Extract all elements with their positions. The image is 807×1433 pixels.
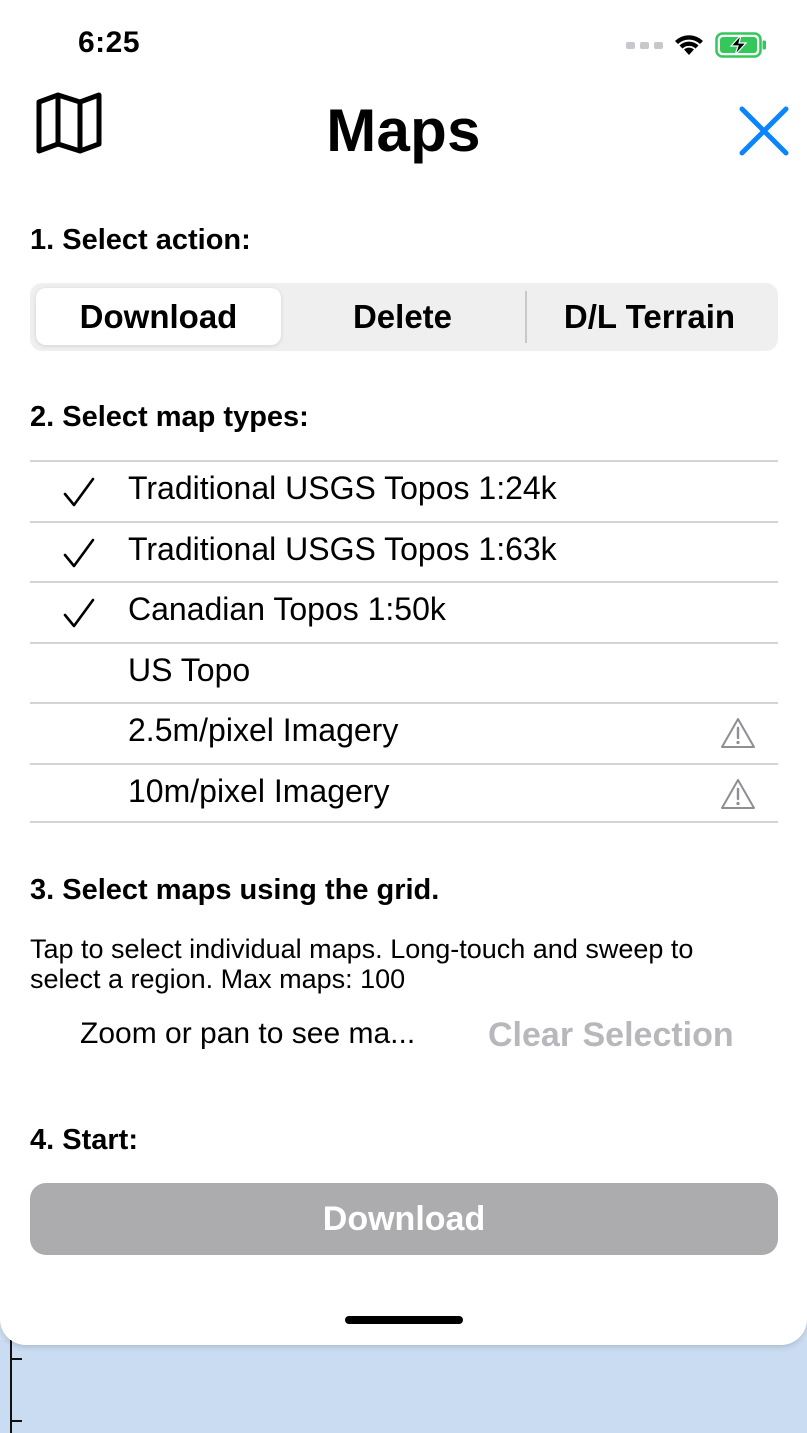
maps-sheet: 6:25 Maps 1. Select action: Download Del… (0, 0, 807, 1345)
map-grid-tick (10, 1420, 22, 1422)
list-item-label: Traditional USGS Topos 1:63k (128, 530, 557, 567)
list-item[interactable]: Canadian Topos 1:50k (30, 581, 778, 642)
list-item-label: 10m/pixel Imagery (128, 772, 390, 809)
home-indicator (345, 1316, 463, 1324)
warning-icon[interactable] (720, 716, 756, 750)
segment-dl-terrain[interactable]: D/L Terrain (527, 288, 772, 345)
zoom-status-text: Zoom or pan to see ma... (80, 1017, 416, 1050)
list-item[interactable]: 2.5m/pixel Imagery (30, 702, 778, 763)
step1-label: 1. Select action: (30, 224, 251, 256)
download-button[interactable]: Download (30, 1183, 778, 1255)
checkmark-icon (63, 538, 95, 567)
status-icons (626, 28, 767, 62)
segment-download[interactable]: Download (36, 288, 281, 345)
battery-charging-icon (715, 32, 766, 58)
segment-delete[interactable]: Delete (280, 288, 525, 345)
step3-label: 3. Select maps using the grid. (30, 874, 440, 906)
close-icon[interactable] (738, 106, 790, 156)
list-item-label: Traditional USGS Topos 1:24k (128, 470, 557, 506)
wifi-icon (675, 35, 703, 55)
status-time: 6:25 (78, 26, 141, 59)
list-item-label: US Topo (128, 651, 251, 688)
signal-dots (626, 41, 663, 49)
checkmark-icon (63, 598, 95, 628)
list-item[interactable]: Traditional USGS Topos 1:63k (30, 520, 778, 582)
map-grid-tick (10, 1358, 22, 1360)
list-item[interactable]: Traditional USGS Topos 1:24k (30, 460, 778, 521)
help-text: Tap to select individual maps. Long-touc… (30, 934, 694, 994)
list-item[interactable]: US Topo (30, 641, 778, 703)
action-segmented-control: Download Delete D/L Terrain (30, 283, 778, 351)
map-background (0, 1340, 807, 1433)
step4-label: 4. Start: (30, 1124, 138, 1156)
list-item[interactable]: 10m/pixel Imagery (30, 762, 778, 823)
clear-selection-button[interactable]: Clear Selection (488, 1016, 734, 1055)
map-types-list: Traditional USGS Topos 1:24k Traditional… (30, 460, 778, 823)
warning-icon[interactable] (720, 777, 756, 811)
list-item-label: Canadian Topos 1:50k (128, 591, 446, 627)
page-title: Maps (326, 97, 481, 164)
checkmark-icon (63, 477, 95, 507)
list-item-label: 2.5m/pixel Imagery (128, 712, 399, 748)
step2-label: 2. Select map types: (30, 401, 309, 433)
